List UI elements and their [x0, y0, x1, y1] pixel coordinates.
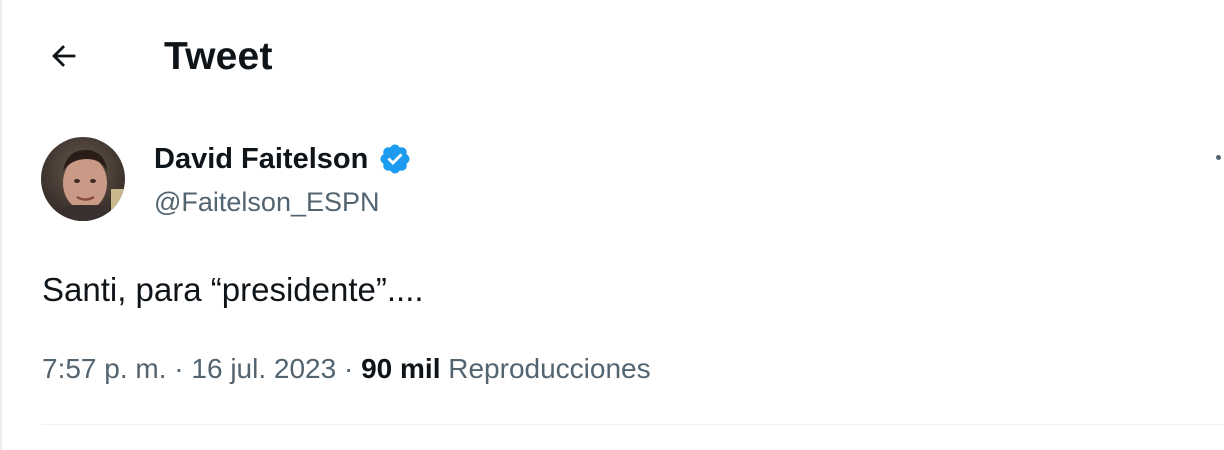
arrow-left-icon: [47, 39, 81, 78]
author-display-name[interactable]: David Faitelson: [154, 140, 368, 178]
page-title: Tweet: [164, 35, 273, 78]
views-count: 90 mil: [361, 353, 441, 384]
author-handle[interactable]: @Faitelson_ESPN: [154, 184, 380, 220]
more-options-icon[interactable]: [1206, 148, 1224, 166]
tweet-header: Tweet: [0, 0, 1224, 116]
tweet-date[interactable]: 16 jul. 2023: [191, 353, 336, 384]
avatar[interactable]: [41, 137, 125, 221]
meta-separator: ·: [343, 353, 354, 384]
tweet-page: Tweet David Faitelson @Faitelson_ESPN Sa…: [0, 0, 1224, 450]
author-name-row: David Faitelson: [154, 140, 412, 178]
views-label: Reproducciones: [448, 353, 651, 384]
tweet-text: Santi, para “presidente”....: [42, 271, 424, 308]
verified-badge-icon: [378, 142, 412, 176]
tweet-meta: 7:57 p. m. · 16 jul. 2023 · 90 mil Repro…: [42, 350, 651, 388]
divider: [42, 424, 1224, 425]
back-button[interactable]: [38, 36, 90, 80]
tweet-time[interactable]: 7:57 p. m.: [42, 353, 167, 384]
meta-separator: ·: [174, 353, 184, 384]
